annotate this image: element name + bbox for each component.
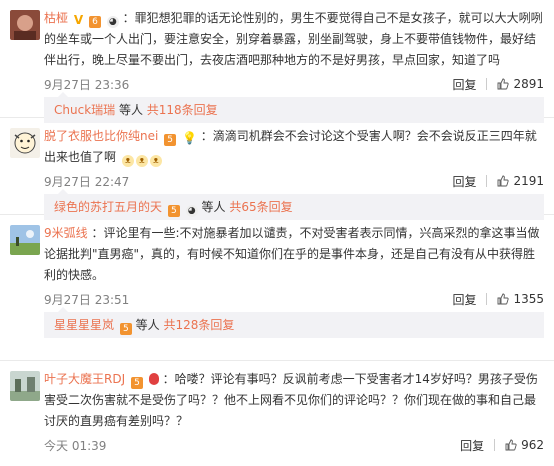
reply-button[interactable]: 回复 [452,291,476,308]
sub-reply-mid: 等人 [115,103,147,117]
vip-badge-icon: 5 [164,134,177,146]
comment-text: ：罪犯想犯罪的话无论性别的，男生不要觉得自己不是女孩子，就可以大大咧咧的坐车或一… [44,11,543,67]
like-count: 962 [521,438,544,452]
red-dot-badge-icon [148,373,159,385]
divider [486,175,488,187]
thumbs-up-icon [498,78,510,90]
thumbs-up-icon [498,293,510,305]
comment-author[interactable]: 枯桠 [44,11,68,25]
divider [486,293,488,305]
sub-reply-total[interactable]: 共65条回复 [229,200,292,214]
avatar[interactable] [10,225,40,255]
cat-face-icon: ᴥ [149,155,162,167]
comment-time: 9月27日 23:51 [44,292,130,307]
sub-reply-author[interactable]: Chuck瑞瑞 [54,103,115,117]
sub-reply-mid: 等人 [197,200,230,214]
like-button[interactable]: 1355 [497,292,544,306]
like-count: 2891 [513,77,544,91]
comment-item: 枯桠 V 6 ◕ ：罪犯想犯罪的话无论性别的，男生不要觉得自己不是女孩子，就可以… [0,0,554,123]
comment-time: 今天 01:39 [44,438,107,453]
vip-badge-icon: 5 [130,377,143,389]
reply-button[interactable]: 回复 [452,76,476,93]
reply-button[interactable]: 回复 [452,173,476,190]
avatar[interactable] [10,128,40,158]
comment-item: 9米弧线 ：评论里有一些:不对施暴者加以谴责，不对受害者表示同情，兴高采烈的拿这… [0,215,554,361]
like-count: 1355 [513,292,544,306]
comment-item: 脱了衣服也比你纯nei 5 💡 ：滴滴司机群会不会讨论这个受害人啊？会不会说反正… [0,118,554,220]
cat-face-icon: ᴥ [121,155,134,167]
comment-text: ：评论里有一些:不对施暴者加以谴责，不对受害者表示同情，兴高采烈的拿这事当做论据… [44,226,540,282]
divider [486,78,488,90]
comment-item: 叶子大魔王RDJ 5 ：哈喽？评论有事吗？反讽前考虑一下受害者才14岁好吗？男孩… [0,361,554,466]
thumbs-up-icon [505,439,517,451]
sub-replies-bar[interactable]: 星星星星岚 5 等人 共128条回复 [44,307,544,338]
like-button[interactable]: 2891 [497,77,544,91]
avatar[interactable] [10,10,40,40]
thumbs-up-icon [498,175,510,187]
cat-face-icon: ᴥ [135,155,148,167]
sub-reply-author[interactable]: 星星星星岚 [54,318,114,332]
like-button[interactable]: 2191 [497,174,544,188]
vip-badge-icon: 5 [119,323,132,335]
lightbulb-icon: 💡 [181,131,197,145]
verified-v-icon: V [73,13,84,27]
like-button[interactable]: 962 [505,438,544,452]
like-count: 2191 [513,174,544,188]
divider [494,439,496,451]
sub-reply-mid: 等人 [131,318,164,332]
panda-face-icon: ◕ [106,16,119,28]
comment-time: 9月27日 22:47 [44,174,130,189]
comment-author[interactable]: 9米弧线 [44,226,88,240]
sub-reply-total[interactable]: 共128条回复 [163,318,234,332]
avatar[interactable] [10,371,40,401]
comment-author[interactable]: 脱了衣服也比你纯nei [44,129,158,143]
comment-time: 9月27日 23:36 [44,77,130,92]
vip-badge-icon: 6 [88,16,101,28]
reply-button[interactable]: 回复 [460,437,484,454]
comment-author[interactable]: 叶子大魔王RDJ [44,372,125,386]
sub-reply-total[interactable]: 共118条回复 [147,103,218,117]
sub-reply-author[interactable]: 绿色的苏打五月的天 [54,200,162,214]
